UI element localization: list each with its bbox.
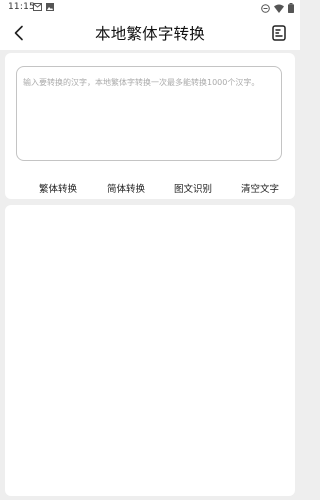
result-panel <box>5 205 295 496</box>
app-bar: 本地繁体字转换 <box>0 16 300 50</box>
status-bar: 11:15 <box>0 0 300 16</box>
status-time: 11:15 <box>8 2 35 12</box>
result-text <box>5 205 295 225</box>
history-button[interactable] <box>268 22 290 44</box>
ocr-button[interactable]: 图文识别 <box>174 181 212 195</box>
list-document-icon <box>272 25 286 41</box>
action-row: 繁体转换 简体转换 图文识别 清空文字 <box>5 181 295 195</box>
traditional-convert-button[interactable]: 繁体转换 <box>39 181 77 195</box>
mail-icon <box>33 3 42 14</box>
battery-icon <box>288 3 294 16</box>
status-right-icons <box>261 3 294 16</box>
input-panel: 繁体转换 简体转换 图文识别 清空文字 <box>5 53 295 199</box>
minus-circle-icon <box>261 3 270 16</box>
wifi-icon <box>274 4 284 16</box>
clear-text-button[interactable]: 清空文字 <box>241 181 279 195</box>
image-icon <box>46 3 54 14</box>
page-title: 本地繁体字转换 <box>95 25 205 43</box>
status-left-icons <box>33 3 54 14</box>
simplified-convert-button[interactable]: 简体转换 <box>107 181 145 195</box>
chinese-text-input[interactable] <box>16 66 282 161</box>
